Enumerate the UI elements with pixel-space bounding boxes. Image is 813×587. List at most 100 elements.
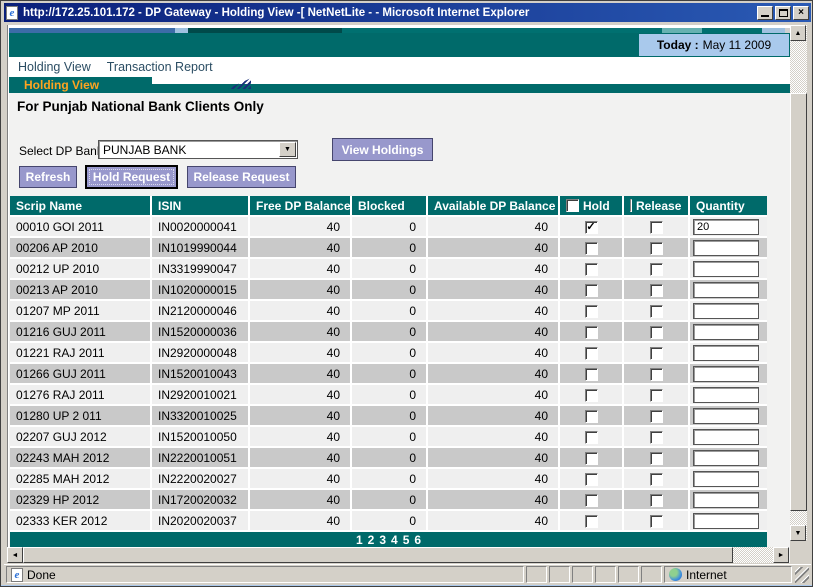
arrow-right-icon: ► [778,552,785,559]
hold-checkbox[interactable] [585,347,598,360]
hold-checkbox[interactable] [585,494,598,507]
quantity-input[interactable] [693,303,759,319]
release-checkbox[interactable] [650,326,663,339]
close-button[interactable]: × [793,6,809,20]
hold-checkbox[interactable] [585,431,598,444]
scroll-right-button[interactable]: ► [773,547,789,563]
quantity-input[interactable] [693,219,759,235]
release-checkbox[interactable] [650,221,663,234]
blocked-cell: 0 [352,490,428,511]
scrip-name-cell: 01221 RAJ 2011 [10,343,152,364]
horizontal-scrollbar[interactable]: ◄ ► [7,547,789,563]
release-checkbox[interactable] [650,473,663,486]
release-checkbox[interactable] [650,389,663,402]
scrip-name-cell: 01207 MP 2011 [10,301,152,322]
quantity-cell [690,322,767,343]
pagination-page-link[interactable]: 1 [356,533,363,547]
release-checkbox[interactable] [650,431,663,444]
chevron-down-icon: ▼ [284,146,291,153]
hold-checkbox[interactable] [585,326,598,339]
select-dp-bank-label: Select DP Bank [19,144,103,158]
dp-bank-select[interactable]: PUNJAB BANK ▼ [98,140,298,159]
pagination-page-link[interactable]: 5 [403,533,410,547]
status-pane-empty [595,566,616,583]
available-dp-balance-cell: 40 [428,448,560,469]
quantity-cell [690,406,767,427]
release-all-checkbox[interactable] [630,199,632,212]
hold-checkbox[interactable] [585,473,598,486]
release-checkbox[interactable] [650,347,663,360]
hold-checkbox[interactable] [585,452,598,465]
hold-checkbox[interactable] [585,410,598,423]
scroll-down-button[interactable]: ▼ [790,525,806,541]
release-checkbox[interactable] [650,305,663,318]
view-holdings-button[interactable]: View Holdings [332,138,433,161]
close-icon: × [798,8,804,18]
release-checkbox[interactable] [650,515,663,528]
release-checkbox[interactable] [650,263,663,276]
table-row: 02333 KER 2012IN202002003740040 [10,511,767,532]
section-title: Holding View [24,78,99,92]
hold-checkbox[interactable] [585,368,598,381]
quantity-input[interactable] [693,261,759,277]
isin-cell: IN1020000015 [152,280,250,301]
hold-checkbox[interactable] [585,263,598,276]
hold-checkbox[interactable] [585,284,598,297]
hold-request-button[interactable]: Hold Request [85,165,178,189]
hold-checkbox[interactable] [585,242,598,255]
quantity-input[interactable] [693,282,759,298]
free-dp-balance-cell: 40 [250,469,352,490]
hold-checkbox[interactable] [585,305,598,318]
release-checkbox[interactable] [650,410,663,423]
quantity-input[interactable] [693,513,759,529]
hold-checkbox[interactable] [585,515,598,528]
hold-checkbox[interactable] [585,389,598,402]
release-cell [624,322,690,343]
quantity-input[interactable] [693,240,759,256]
quantity-input[interactable] [693,324,759,340]
maximize-button[interactable] [775,6,791,20]
pagination-page-link[interactable]: 6 [414,533,421,547]
hold-cell [560,343,624,364]
quantity-input[interactable] [693,345,759,361]
quantity-cell [690,217,767,238]
pagination-bar: 123456 [10,532,767,548]
pagination-page-link[interactable]: 3 [379,533,386,547]
status-bar: e Done Internet [4,564,811,584]
refresh-button[interactable]: Refresh [19,166,77,188]
hold-checkbox[interactable]: ✓ [585,221,598,234]
release-checkbox[interactable] [650,242,663,255]
resize-grip[interactable] [795,567,809,583]
select-dropdown-button[interactable]: ▼ [279,142,296,157]
hold-cell [560,448,624,469]
vertical-scrollbar[interactable]: ▲ ▼ [790,25,807,541]
release-checkbox[interactable] [650,368,663,381]
pagination-page-link[interactable]: 4 [391,533,398,547]
release-checkbox[interactable] [650,494,663,507]
quantity-input[interactable] [693,429,759,445]
release-checkbox[interactable] [650,452,663,465]
quantity-input[interactable] [693,408,759,424]
quantity-input[interactable] [693,492,759,508]
quantity-input[interactable] [693,471,759,487]
available-dp-balance-cell: 40 [428,322,560,343]
isin-cell: IN1520000036 [152,322,250,343]
menu-item-transaction-report[interactable]: Transaction Report [107,60,213,74]
hold-all-checkbox[interactable] [566,199,579,212]
quantity-input[interactable] [693,366,759,382]
release-checkbox[interactable] [650,284,663,297]
isin-cell: IN1720020032 [152,490,250,511]
quantity-input[interactable] [693,450,759,466]
vertical-scrollbar-thumb[interactable] [790,93,807,511]
menu-item-holding-view[interactable]: Holding View [18,60,91,74]
scroll-left-button[interactable]: ◄ [7,547,23,563]
isin-cell: IN2120000046 [152,301,250,322]
horizontal-scrollbar-thumb[interactable] [23,547,733,563]
minimize-button[interactable] [757,6,773,20]
quantity-cell [690,448,767,469]
table-row: 00010 GOI 2011IN002000004140040✓ [10,217,767,238]
release-request-button[interactable]: Release Request [187,166,296,188]
pagination-page-link[interactable]: 2 [368,533,375,547]
quantity-input[interactable] [693,387,759,403]
scroll-up-button[interactable]: ▲ [790,25,806,41]
